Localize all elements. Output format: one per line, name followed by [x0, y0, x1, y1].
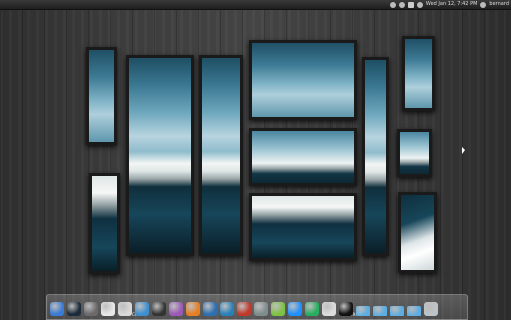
dock-items: Create 19:42 — [50, 296, 438, 317]
wallpaper-tile — [398, 192, 437, 273]
folder-icon[interactable] — [407, 306, 421, 316]
wallpaper-tile — [86, 47, 117, 145]
wallpaper-tile — [199, 55, 243, 256]
clock-text[interactable]: Wed Jan 12, 7:42 PM — [426, 0, 477, 9]
network-icon[interactable] — [220, 302, 234, 316]
system-monitor-icon[interactable] — [84, 302, 98, 316]
wallpaper-tile — [126, 55, 194, 256]
wallpaper-tile — [249, 193, 357, 261]
wallpaper-tile — [249, 40, 357, 120]
clock-icon[interactable] — [118, 302, 132, 316]
chat-icon[interactable] — [305, 302, 319, 316]
image-viewer-icon[interactable] — [152, 302, 166, 316]
user-icon[interactable] — [480, 1, 487, 8]
player-icon[interactable] — [322, 302, 336, 316]
wallpaper-tile — [89, 173, 120, 274]
android-icon[interactable] — [271, 302, 285, 316]
skype-icon[interactable] — [288, 302, 302, 316]
mail-icon[interactable] — [407, 1, 414, 8]
paint-icon[interactable] — [169, 302, 183, 316]
volume-icon[interactable] — [398, 1, 405, 8]
folder-icon[interactable] — [356, 306, 370, 316]
network-icon[interactable] — [389, 1, 396, 8]
photo-icon[interactable] — [237, 302, 251, 316]
firefox-icon[interactable] — [186, 302, 200, 316]
text-editor-icon[interactable] — [101, 302, 115, 316]
music-icon[interactable] — [339, 302, 353, 316]
username-text[interactable]: bernard — [489, 0, 509, 9]
folder-icon[interactable] — [373, 306, 387, 316]
screenshot-icon[interactable] — [135, 302, 149, 316]
finder-icon[interactable] — [50, 302, 64, 316]
trash-icon[interactable] — [424, 302, 438, 316]
wallpaper-tile — [362, 57, 389, 256]
wallpaper-tile — [402, 36, 435, 111]
wallpaper-tile — [397, 129, 432, 177]
system-tray: Wed Jan 12, 7:42 PM bernard — [389, 0, 509, 9]
media-icon[interactable] — [254, 302, 268, 316]
top-panel: Wed Jan 12, 7:42 PM bernard — [0, 0, 511, 10]
wallpaper-tile — [249, 128, 357, 186]
browser-icon[interactable] — [203, 302, 217, 316]
folder-icon[interactable] — [390, 306, 404, 316]
mouse-cursor — [462, 147, 465, 154]
battery-icon[interactable] — [416, 1, 423, 8]
terminal-icon[interactable] — [67, 302, 81, 316]
